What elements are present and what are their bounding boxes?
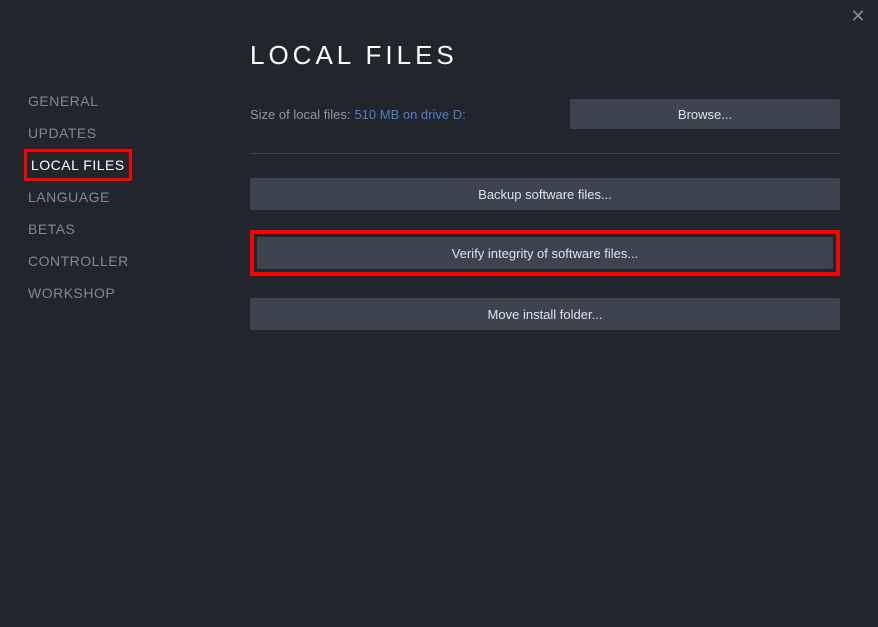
browse-button[interactable]: Browse... bbox=[570, 99, 840, 129]
verify-integrity-button[interactable]: Verify integrity of software files... bbox=[257, 237, 833, 269]
size-row: Size of local files: 510 MB on drive D: … bbox=[250, 99, 840, 129]
move-folder-button[interactable]: Move install folder... bbox=[250, 298, 840, 330]
sidebar: GENERAL UPDATES LOCAL FILES LANGUAGE BET… bbox=[0, 0, 200, 627]
page-title: LOCAL FILES bbox=[250, 40, 840, 71]
backup-button[interactable]: Backup software files... bbox=[250, 178, 840, 210]
main-panel: LOCAL FILES Size of local files: 510 MB … bbox=[200, 0, 878, 627]
close-icon[interactable]: ✕ bbox=[850, 8, 866, 24]
size-label: Size of local files: bbox=[250, 107, 350, 122]
sidebar-item-local-files[interactable]: LOCAL FILES bbox=[24, 149, 132, 181]
verify-highlight: Verify integrity of software files... bbox=[250, 230, 840, 276]
divider bbox=[250, 153, 840, 154]
sidebar-item-controller[interactable]: CONTROLLER bbox=[24, 245, 200, 277]
sidebar-item-workshop[interactable]: WORKSHOP bbox=[24, 277, 200, 309]
size-value: 510 MB on drive D: bbox=[354, 107, 465, 122]
properties-dialog: GENERAL UPDATES LOCAL FILES LANGUAGE BET… bbox=[0, 0, 878, 627]
sidebar-item-language[interactable]: LANGUAGE bbox=[24, 181, 200, 213]
sidebar-item-updates[interactable]: UPDATES bbox=[24, 117, 200, 149]
sidebar-item-general[interactable]: GENERAL bbox=[24, 85, 200, 117]
sidebar-item-betas[interactable]: BETAS bbox=[24, 213, 200, 245]
